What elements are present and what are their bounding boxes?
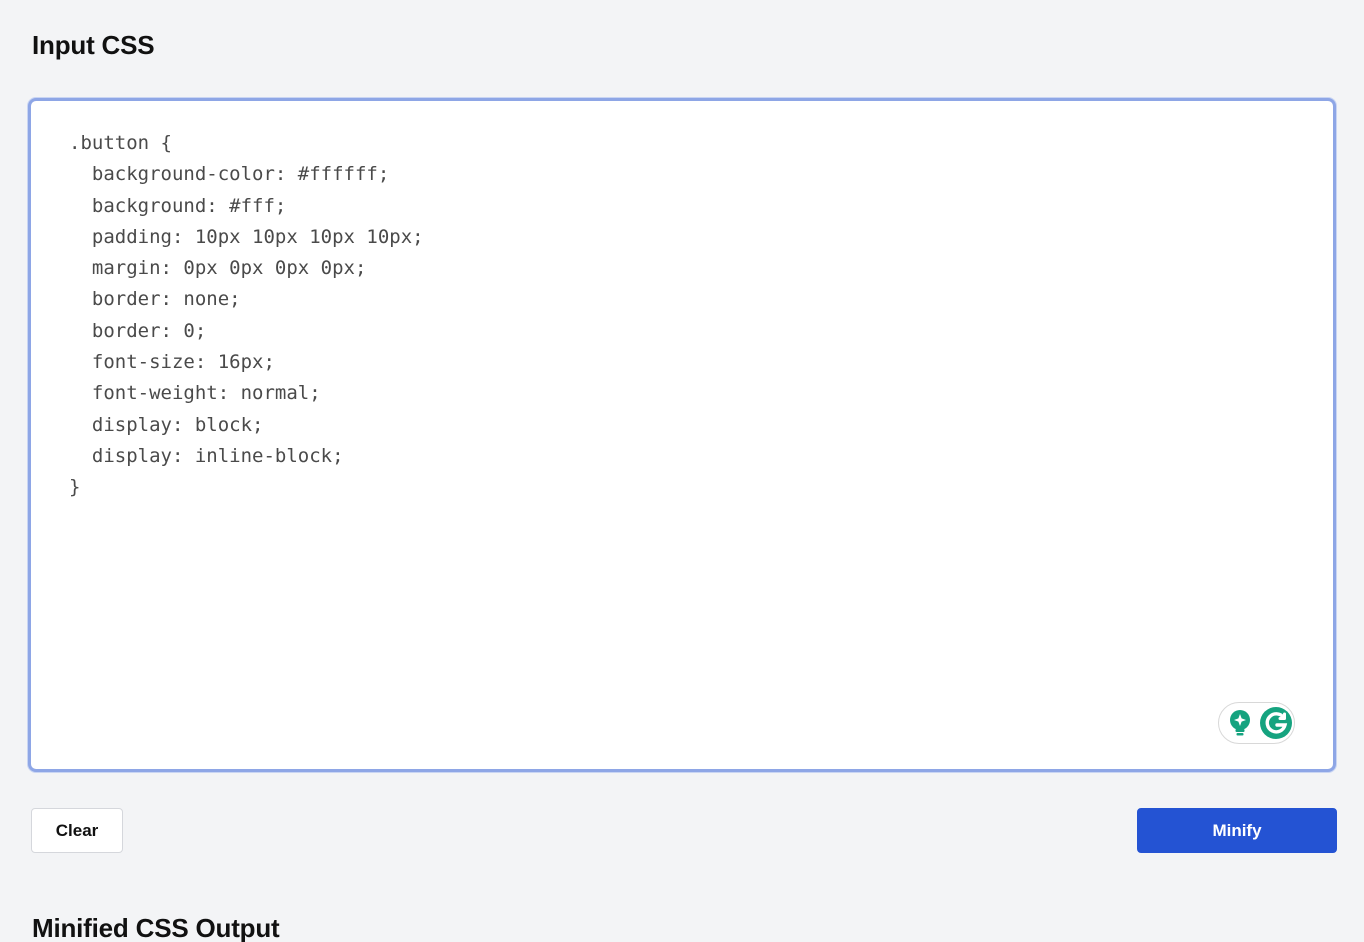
grammarly-icon[interactable] xyxy=(1259,706,1293,740)
grammarly-widget[interactable] xyxy=(1218,702,1295,744)
page: Input CSS .button { background-color: #f… xyxy=(0,0,1364,942)
minified-css-output-heading: Minified CSS Output xyxy=(32,913,280,942)
input-css-heading: Input CSS xyxy=(32,30,155,60)
lightbulb-icon[interactable] xyxy=(1227,708,1253,738)
clear-button[interactable]: Clear xyxy=(31,808,123,853)
css-input-textarea[interactable]: .button { background-color: #ffffff; bac… xyxy=(28,98,1336,772)
minify-button[interactable]: Minify xyxy=(1137,808,1337,853)
css-input-content[interactable]: .button { background-color: #ffffff; bac… xyxy=(69,128,424,504)
